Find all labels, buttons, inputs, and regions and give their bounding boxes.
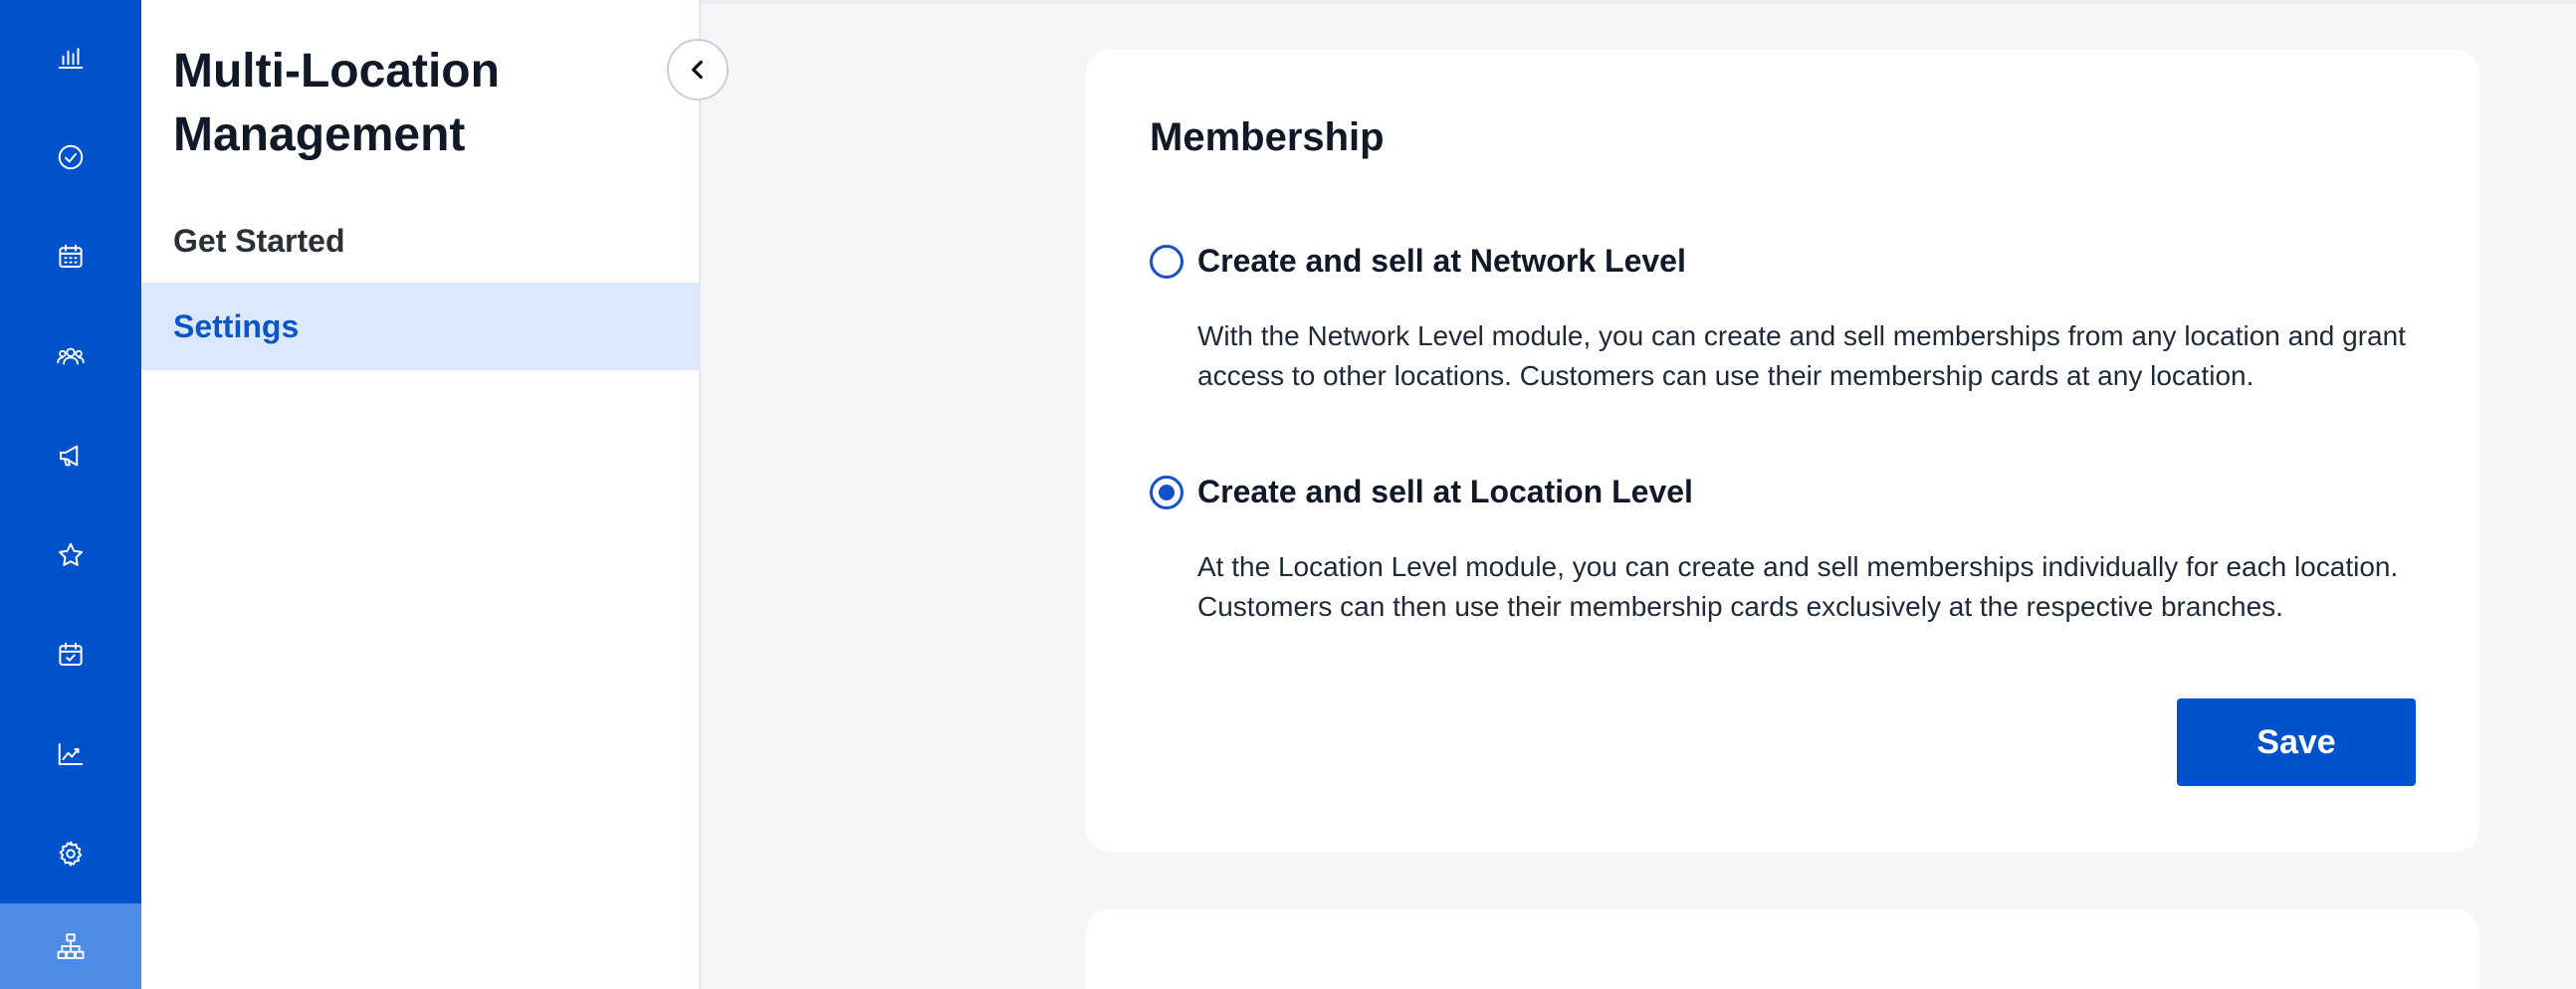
location-level-label[interactable]: Create and sell at Location Level <box>1197 474 1693 510</box>
icon-rail <box>0 0 141 989</box>
check-circle-icon <box>58 144 84 170</box>
subnav-item-get-started[interactable]: Get Started <box>141 197 699 285</box>
next-settings-card <box>1086 909 2479 989</box>
network-level-label[interactable]: Create and sell at Network Level <box>1197 243 1686 280</box>
users-icon <box>57 347 85 365</box>
rail-item-customers[interactable] <box>0 306 141 406</box>
chevron-left-icon <box>692 60 703 80</box>
network-level-radio[interactable] <box>1150 245 1183 279</box>
location-level-radio[interactable] <box>1150 476 1183 509</box>
rail-item-settings[interactable] <box>0 804 141 903</box>
calendar-check-icon <box>59 642 83 666</box>
calendar-icon <box>59 244 83 268</box>
rail-item-marketing[interactable] <box>0 406 141 505</box>
megaphone-icon <box>60 445 79 467</box>
membership-card: Membership Create and sell at Network Le… <box>1086 50 2479 852</box>
rail-item-multi-location[interactable] <box>0 903 141 989</box>
line-chart-icon <box>58 743 84 765</box>
sub-navigation: Multi-Location Management Get Started Se… <box>141 0 701 989</box>
collapse-sidebar-button[interactable] <box>667 39 729 100</box>
sitemap-icon <box>57 933 85 959</box>
top-divider <box>701 0 2576 4</box>
membership-title: Membership <box>1150 115 1385 159</box>
rail-item-reviews[interactable] <box>0 505 141 605</box>
subnav-item-label: Get Started <box>173 222 345 259</box>
subnav-item-settings[interactable]: Settings <box>141 283 699 370</box>
rail-item-bookings[interactable] <box>0 605 141 704</box>
save-button[interactable]: Save <box>2177 698 2416 786</box>
rail-item-tasks[interactable] <box>0 107 141 207</box>
bar-chart-icon <box>58 48 84 69</box>
rail-item-reports[interactable] <box>0 704 141 804</box>
rail-item-calendar[interactable] <box>0 207 141 306</box>
page-title: Multi-Location Management <box>173 45 500 161</box>
rail-item-analytics[interactable] <box>0 8 141 107</box>
app-root: Multi-Location Management Get Started Se… <box>0 0 2576 989</box>
location-level-description: At the Location Level module, you can cr… <box>1197 551 2399 622</box>
star-icon <box>59 542 83 566</box>
gear-icon <box>59 841 83 867</box>
network-level-description: With the Network Level module, you can c… <box>1197 320 2406 391</box>
subnav-item-label: Settings <box>173 307 300 344</box>
